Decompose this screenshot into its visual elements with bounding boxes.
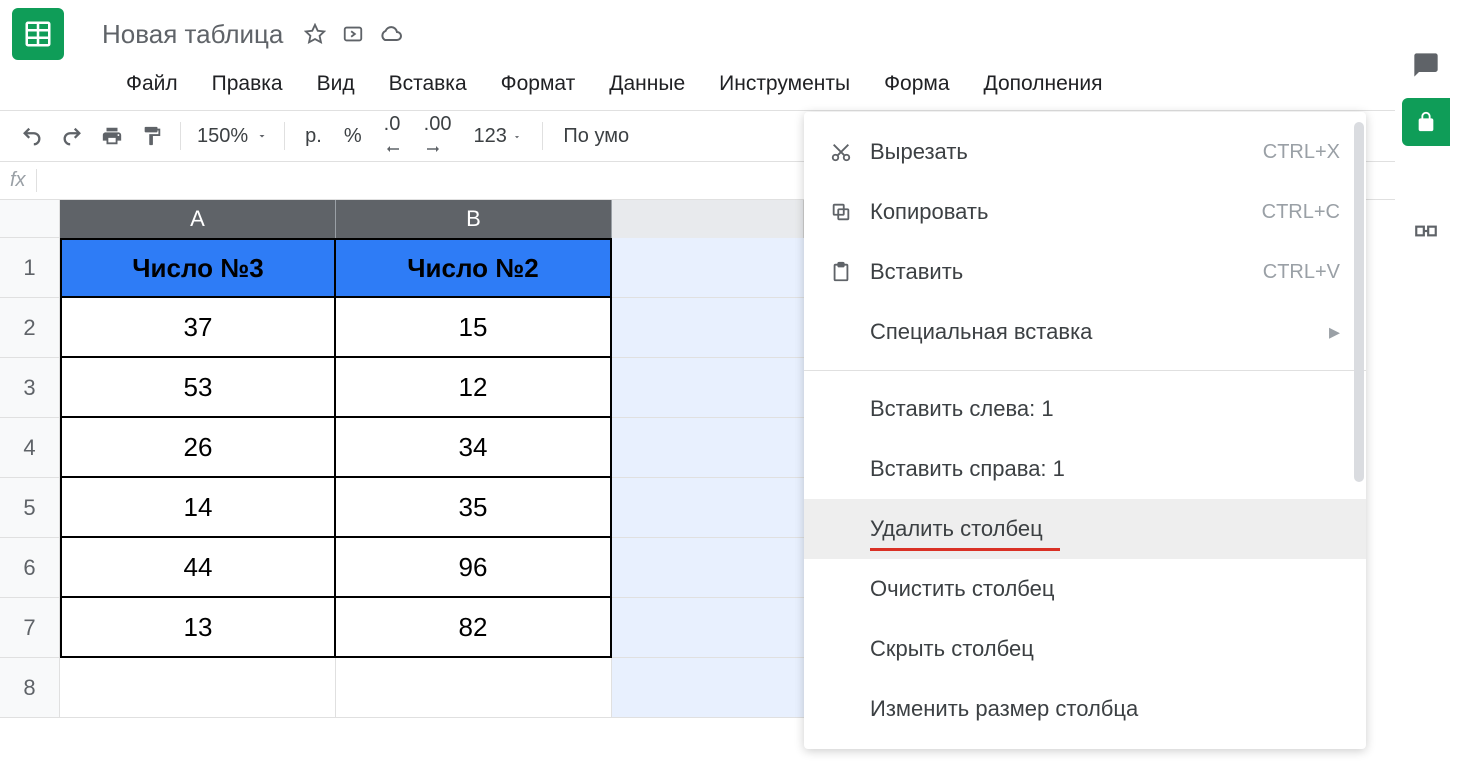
ctx-copy[interactable]: Копировать CTRL+C	[804, 182, 1366, 242]
menu-data[interactable]: Данные	[593, 66, 701, 102]
cell-B4[interactable]: 34	[336, 418, 612, 478]
fx-icon: fx	[10, 169, 37, 192]
col-header-A[interactable]: A	[60, 200, 336, 238]
decrease-decimal-button[interactable]: .0	[374, 113, 412, 159]
cell-C5[interactable]	[612, 478, 804, 538]
highlight-underline	[870, 548, 1060, 551]
row-header-8[interactable]: 8	[0, 658, 60, 718]
undo-button[interactable]	[14, 118, 50, 154]
menu-bar: Файл Правка Вид Вставка Формат Данные Ин…	[0, 60, 1457, 110]
redo-button[interactable]	[54, 118, 90, 154]
cell-C4[interactable]	[612, 418, 804, 478]
cell-B5[interactable]: 35	[336, 478, 612, 538]
cell-B6[interactable]: 96	[336, 538, 612, 598]
chevron-right-icon: ▸	[1329, 319, 1340, 345]
cell-B7[interactable]: 82	[336, 598, 612, 658]
row-header-5[interactable]: 5	[0, 478, 60, 538]
zoom-select[interactable]: 150%	[191, 125, 274, 148]
cell-A1[interactable]: Число №3	[60, 238, 336, 298]
print-button[interactable]	[94, 118, 130, 154]
menu-insert[interactable]: Вставка	[373, 66, 483, 102]
share-button[interactable]	[1402, 98, 1450, 146]
menu-format[interactable]: Формат	[485, 66, 592, 102]
ctx-insert-right[interactable]: Вставить справа: 1	[804, 439, 1366, 499]
cell-A4[interactable]: 26	[60, 418, 336, 478]
ctx-cut[interactable]: Вырезать CTRL+X	[804, 122, 1366, 182]
currency-button[interactable]: р.	[295, 125, 332, 148]
copy-icon	[830, 201, 870, 223]
doc-title[interactable]: Новая таблица	[96, 17, 289, 52]
star-icon[interactable]	[303, 22, 327, 46]
cell-A6[interactable]: 44	[60, 538, 336, 598]
ctx-separator	[804, 370, 1366, 371]
cell-C1[interactable]	[612, 238, 804, 298]
row-header-7[interactable]: 7	[0, 598, 60, 658]
cell-A7[interactable]: 13	[60, 598, 336, 658]
ctx-paste[interactable]: Вставить CTRL+V	[804, 242, 1366, 302]
ctx-paste-special[interactable]: Специальная вставка ▸	[804, 302, 1366, 362]
menu-tools[interactable]: Инструменты	[703, 66, 866, 102]
cell-B1[interactable]: Число №2	[336, 238, 612, 298]
ctx-hide-column[interactable]: Скрыть столбец	[804, 619, 1366, 679]
menu-addons[interactable]: Дополнения	[968, 66, 1119, 102]
select-all-corner[interactable]	[0, 200, 60, 238]
cloud-icon[interactable]	[379, 22, 403, 46]
cell-C2[interactable]	[612, 298, 804, 358]
right-side-panel	[1395, 0, 1457, 761]
menu-view[interactable]: Вид	[301, 66, 371, 102]
number-format-button[interactable]: 123	[463, 125, 532, 148]
cut-icon	[830, 141, 870, 163]
cell-C8[interactable]	[612, 658, 804, 718]
ctx-delete-column[interactable]: Удалить столбец	[804, 499, 1366, 559]
side-panel-toggle[interactable]	[1405, 210, 1447, 252]
row-header-6[interactable]: 6	[0, 538, 60, 598]
cell-A2[interactable]: 37	[60, 298, 336, 358]
col-header-C[interactable]	[612, 200, 804, 238]
sheets-logo[interactable]	[12, 8, 64, 60]
row-header-4[interactable]: 4	[0, 418, 60, 478]
title-bar: Новая таблица	[0, 0, 1457, 60]
cell-B8[interactable]	[336, 658, 612, 718]
context-menu: Вырезать CTRL+X Копировать CTRL+C Встави…	[804, 112, 1366, 749]
paste-icon	[830, 261, 870, 283]
percent-button[interactable]: %	[334, 125, 372, 148]
ctx-resize-column[interactable]: Изменить размер столбца	[804, 679, 1366, 739]
cell-A8[interactable]	[60, 658, 336, 718]
cell-C6[interactable]	[612, 538, 804, 598]
comments-button[interactable]	[1405, 44, 1447, 86]
paint-format-button[interactable]	[134, 118, 170, 154]
ctx-insert-left[interactable]: Вставить слева: 1	[804, 379, 1366, 439]
col-header-B[interactable]: B	[336, 200, 612, 238]
row-header-1[interactable]: 1	[0, 238, 60, 298]
row-header-3[interactable]: 3	[0, 358, 60, 418]
cell-C3[interactable]	[612, 358, 804, 418]
menu-form[interactable]: Форма	[868, 66, 965, 102]
cell-A5[interactable]: 14	[60, 478, 336, 538]
ctx-clear-column[interactable]: Очистить столбец	[804, 559, 1366, 619]
move-icon[interactable]	[341, 22, 365, 46]
cell-C7[interactable]	[612, 598, 804, 658]
cell-A3[interactable]: 53	[60, 358, 336, 418]
cell-B3[interactable]: 12	[336, 358, 612, 418]
font-select[interactable]: По умо	[553, 125, 639, 148]
row-header-2[interactable]: 2	[0, 298, 60, 358]
cell-B2[interactable]: 15	[336, 298, 612, 358]
menu-file[interactable]: Файл	[110, 66, 194, 102]
increase-decimal-button[interactable]: .00	[414, 113, 462, 159]
menu-edit[interactable]: Правка	[196, 66, 299, 102]
